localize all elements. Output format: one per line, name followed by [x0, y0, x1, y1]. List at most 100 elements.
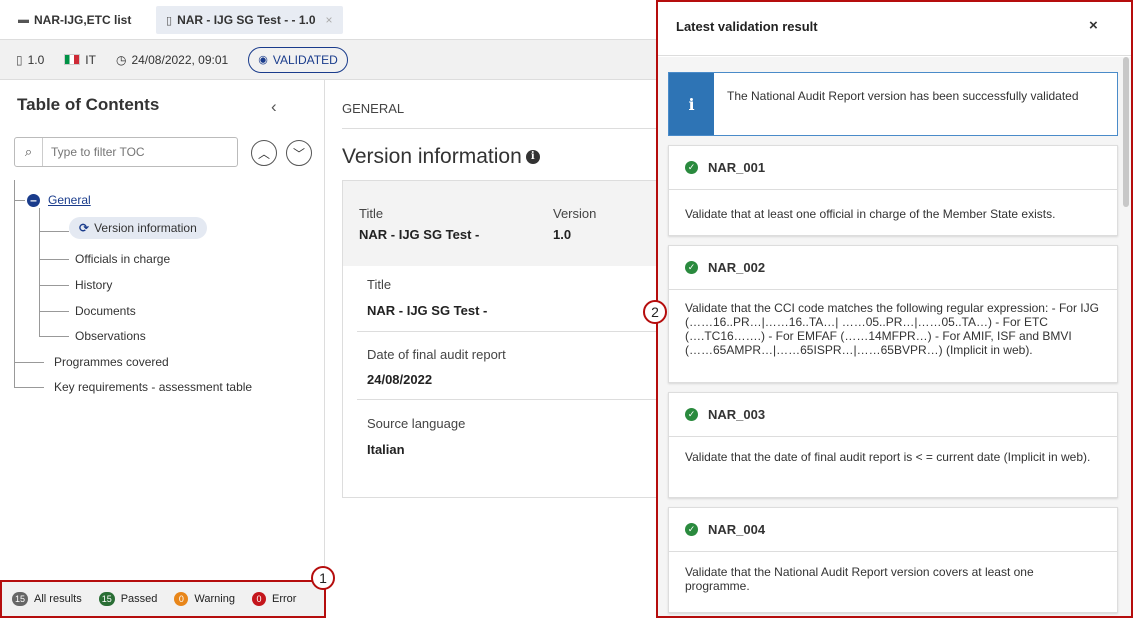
filter-label: Passed: [120, 593, 158, 605]
toc-item-observations[interactable]: Observations: [75, 329, 146, 343]
check-circle-icon: ✓: [685, 261, 698, 274]
info-icon: i: [669, 73, 714, 135]
result-card: ✓ NAR_004 Validate that the National Audi…: [668, 507, 1118, 613]
toc-item-officials-in-charge[interactable]: Officials in charge: [75, 252, 170, 266]
info-icon[interactable]: i: [525, 150, 540, 165]
panel-body: i The National Audit Report version has …: [658, 57, 1131, 616]
version-card-header: Title NAR - IJG SG Test - Version 1.0: [343, 181, 663, 266]
panel-header: Latest validation result ×: [658, 2, 1131, 56]
toc-item-key-requirements[interactable]: Key requirements - assessment table: [54, 380, 252, 394]
toc-item-general[interactable]: – General: [27, 193, 91, 208]
table-of-contents: Table of Contents ‹ ⌕ ︿ ﹀ –General ⟳ Vers…: [0, 80, 325, 618]
result-card: ✓ NAR_002 Validate that the CCI code matc…: [668, 245, 1118, 383]
page-title: Version information i: [342, 145, 540, 169]
chevron-up-icon: ︿: [257, 146, 270, 161]
result-header: ✓ NAR_002: [669, 246, 1117, 290]
result-card: ✓ NAR_003 Validate that the date of final…: [668, 392, 1118, 498]
field-language-label: Source language: [367, 416, 466, 431]
italy-flag-icon: [64, 54, 81, 65]
tree-line: [39, 336, 69, 337]
refresh-icon: ⟳: [79, 221, 90, 235]
check-circle-icon: ✓: [685, 161, 698, 174]
result-header: ✓ NAR_004: [669, 508, 1117, 552]
datetime-value: 24/08/2022, 09:01: [131, 52, 229, 67]
all-results-count: 15: [12, 592, 29, 606]
check-circle-icon: ✓: [685, 523, 698, 536]
result-text: Validate that the CCI code matches the f…: [685, 301, 1099, 357]
tree-line: [39, 285, 69, 286]
head-title-value: NAR - IJG SG Test -: [359, 227, 480, 242]
toc-item-version-information[interactable]: ⟳ Version information: [69, 217, 207, 239]
close-icon[interactable]: ×: [1089, 17, 1098, 34]
result-card: ✓ NAR_001 Validate that at least one offi…: [668, 145, 1118, 236]
warning-count: 0: [174, 592, 189, 606]
document-icon: ▯: [166, 14, 173, 27]
country-code: IT: [85, 52, 96, 67]
datetime-indicator: ◷ 24/08/2022, 09:01: [116, 53, 228, 67]
close-tab-icon[interactable]: ×: [326, 13, 333, 27]
toc-item-history[interactable]: History: [75, 278, 112, 292]
filter-passed[interactable]: 15 Passed: [98, 592, 158, 606]
check-circle-icon: ✓: [685, 408, 698, 421]
clock-icon: ◷: [115, 52, 127, 67]
chevron-left-icon[interactable]: ‹: [271, 97, 277, 117]
field-date-value: 24/08/2022: [367, 372, 433, 387]
chevron-down-button[interactable]: ﹀: [286, 140, 312, 166]
tab-nar-document[interactable]: ▯ NAR - IJG SG Test - - 1.0 ×: [156, 6, 343, 34]
tree-line: [14, 387, 44, 388]
tree-line: [14, 200, 25, 201]
toc-filter: ⌕: [14, 137, 238, 167]
result-code: NAR_004: [708, 522, 766, 537]
search-icon: ⌕: [15, 138, 43, 166]
tab-label: NAR - IJG SG Test - - 1.0: [177, 13, 316, 27]
panel-title: Latest validation result: [676, 19, 818, 34]
folder-open-icon: ▬: [18, 14, 29, 26]
divider: [357, 399, 663, 400]
version-value: 1.0: [27, 52, 45, 67]
field-language-value: Italian: [367, 442, 405, 457]
minus-circle-icon[interactable]: –: [27, 194, 40, 208]
tab-label: NAR-IJG,ETC list: [34, 13, 132, 27]
toc-item-documents[interactable]: Documents: [75, 304, 136, 318]
status-label: VALIDATED: [272, 52, 338, 67]
head-version-label: Version: [553, 206, 597, 221]
result-header: ✓ NAR_003: [669, 393, 1117, 437]
chevron-up-button[interactable]: ︿: [251, 140, 277, 166]
toc-filter-input[interactable]: [43, 145, 223, 159]
status-badge[interactable]: ◉ VALIDATED: [248, 46, 348, 73]
page-title-text: Version information: [342, 145, 522, 168]
filter-label: All results: [34, 593, 82, 605]
toc-item-programmes-covered[interactable]: Programmes covered: [54, 355, 169, 369]
filter-label: Warning: [194, 593, 235, 605]
tab-nar-list[interactable]: ▬ NAR-IJG,ETC list: [18, 6, 131, 34]
success-info-box: i The National Audit Report version has …: [668, 72, 1118, 136]
info-message: The National Audit Report version has be…: [727, 89, 1079, 103]
tree-line: [39, 311, 69, 312]
validation-results-filter: 15 All results 15 Passed 0 Warning 0 Err…: [0, 580, 326, 618]
divider: [342, 128, 658, 129]
field-date-label: Date of final audit report: [367, 347, 506, 362]
section-label: GENERAL: [342, 101, 405, 116]
toc-item-label: Version information: [94, 221, 197, 235]
validation-result-panel: Latest validation result × i The Nationa…: [656, 0, 1133, 618]
result-code: NAR_002: [708, 260, 766, 275]
divider: [357, 331, 663, 332]
result-code: NAR_003: [708, 407, 766, 422]
filter-warning[interactable]: 0 Warning: [174, 592, 235, 606]
toc-title: Table of Contents: [17, 95, 160, 114]
eye-icon: ◉: [258, 54, 268, 66]
filter-all-results[interactable]: 15 All results: [12, 592, 82, 606]
main-content: GENERAL Version information i Title NAR -…: [326, 80, 663, 618]
chevron-down-icon: ﹀: [292, 146, 305, 161]
head-version-value: 1.0: [553, 227, 572, 242]
error-count: 0: [251, 592, 266, 606]
tree-line: [39, 208, 40, 336]
scrollbar[interactable]: [1123, 57, 1129, 207]
field-title-label: Title: [367, 277, 392, 292]
result-text: Validate that at least one official in c…: [685, 207, 1056, 221]
filter-error[interactable]: 0 Error: [251, 592, 296, 606]
country-indicator: IT: [64, 53, 96, 67]
result-header: ✓ NAR_001: [669, 146, 1117, 190]
callout-marker: 2: [643, 300, 667, 324]
tree-line: [14, 180, 15, 387]
